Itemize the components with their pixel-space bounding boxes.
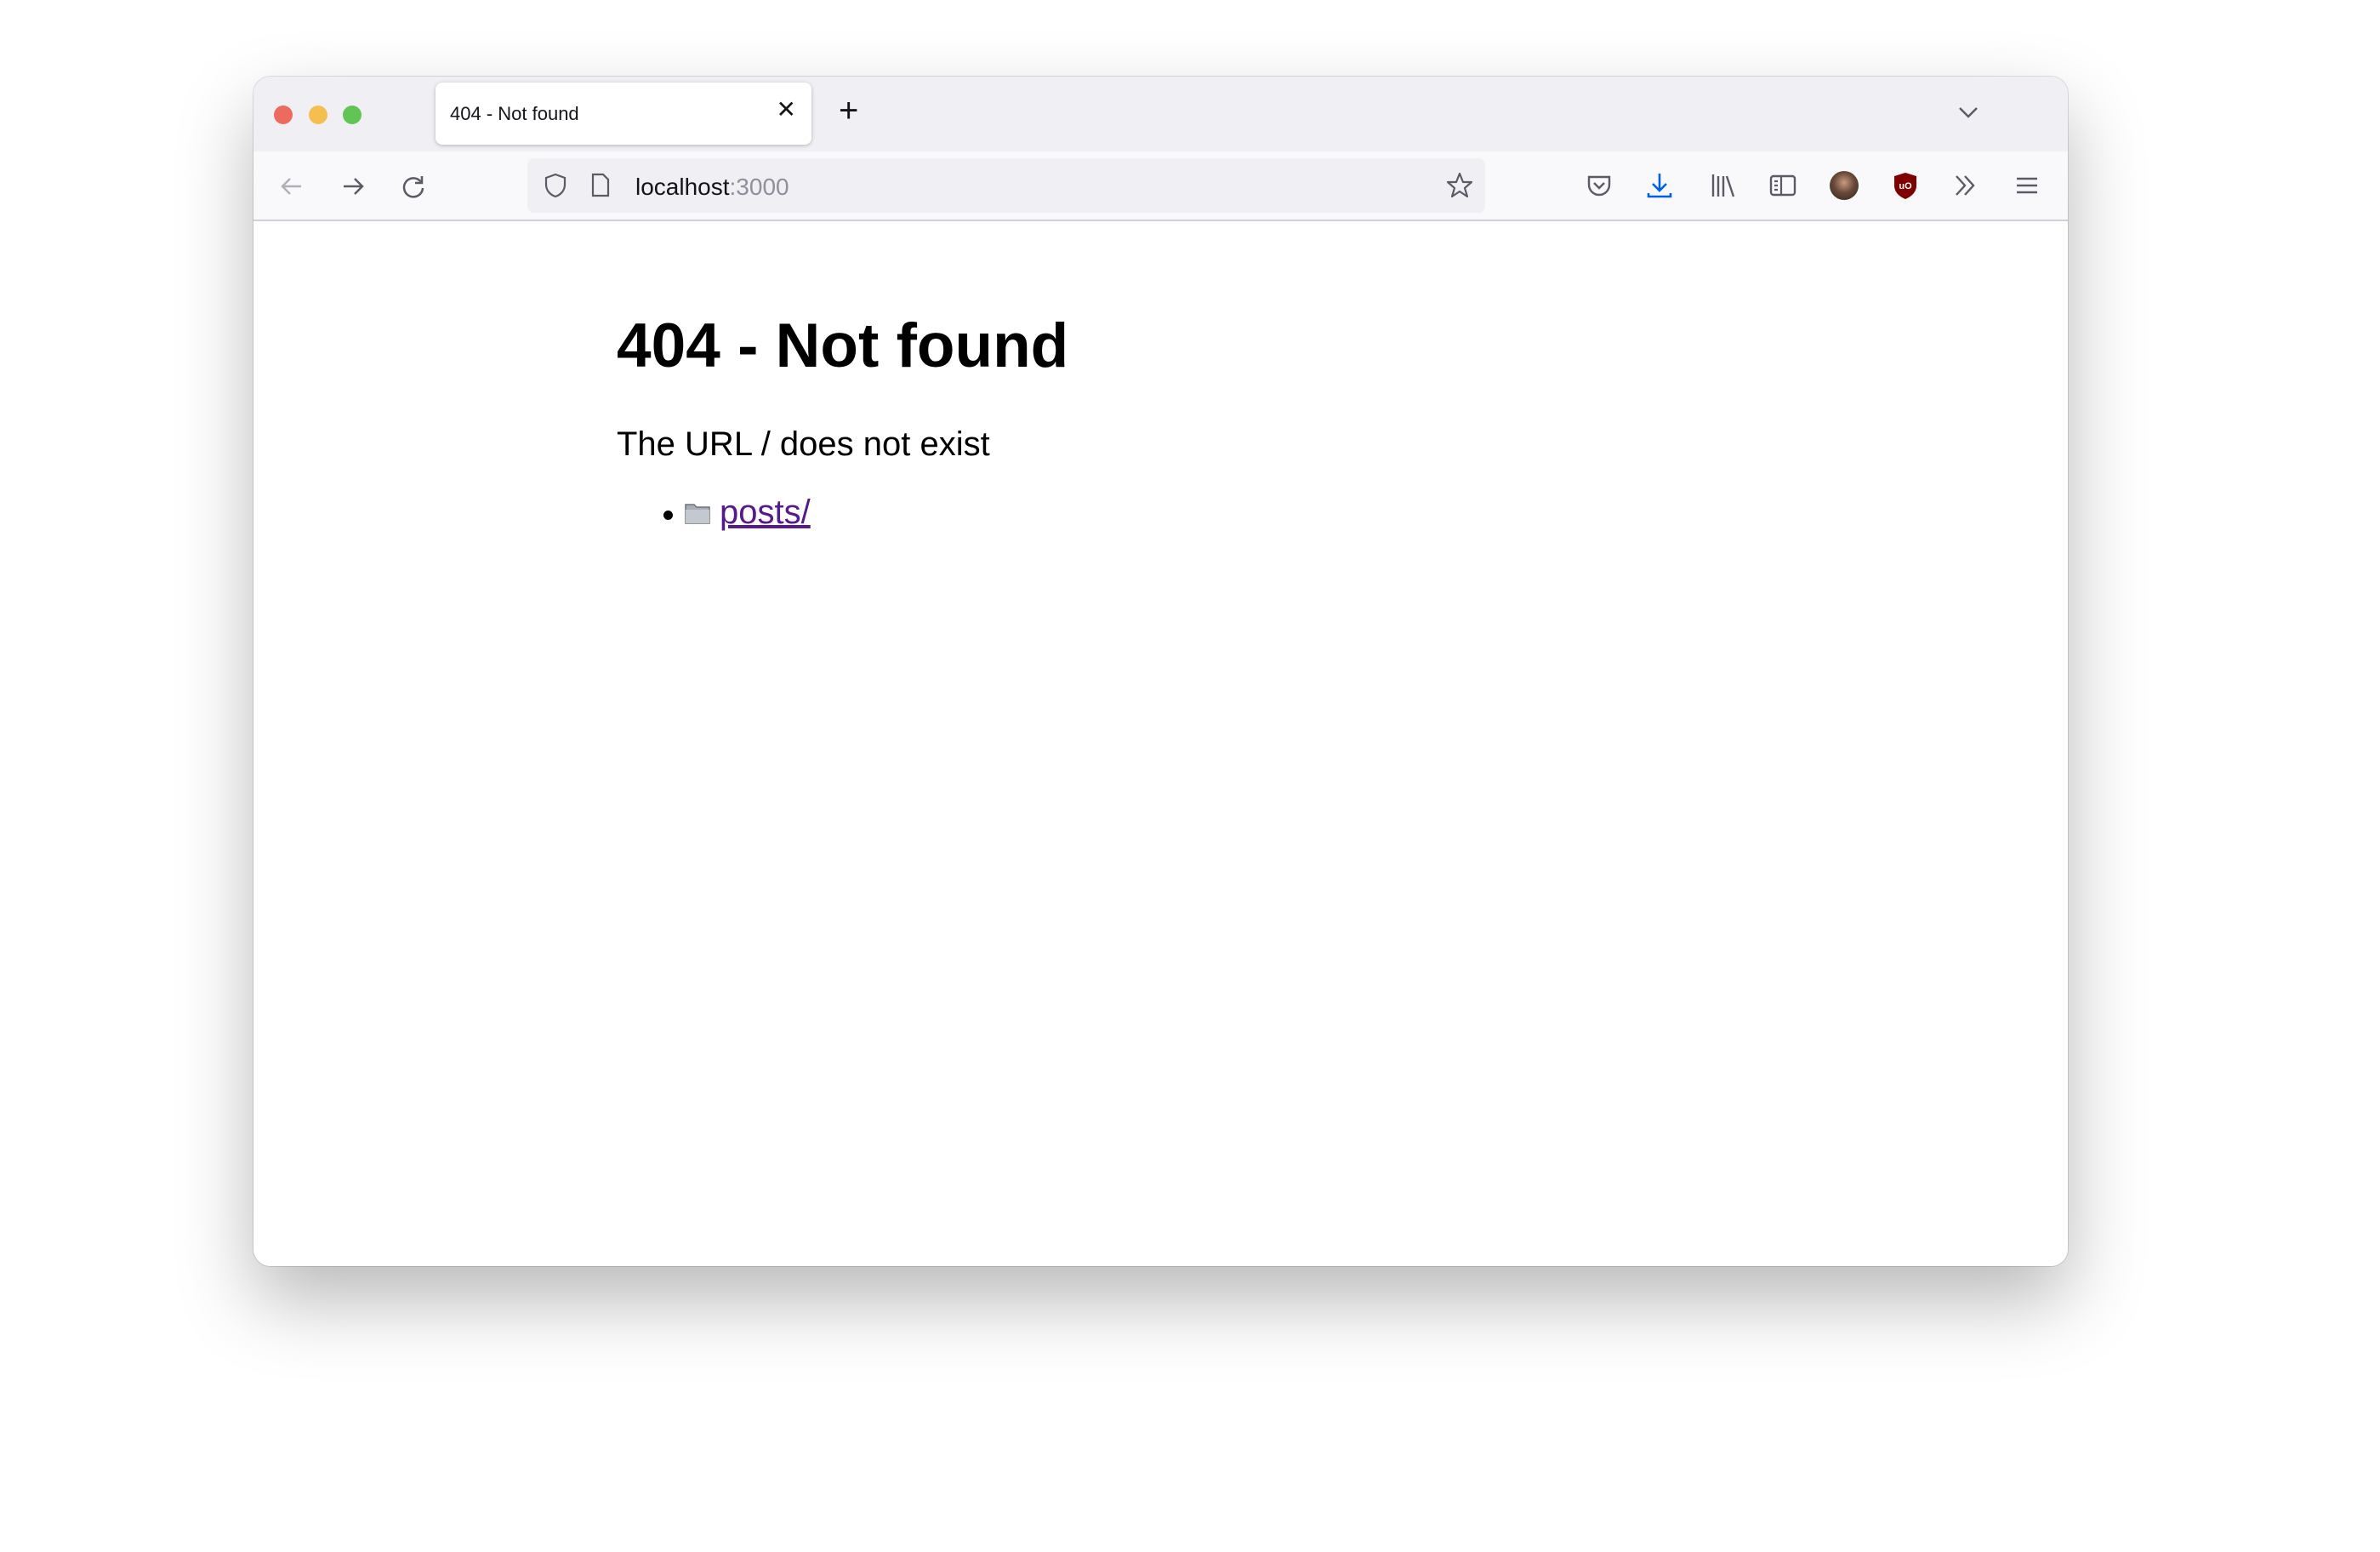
tab-active[interactable]: 404 - Not found ✕ — [436, 83, 811, 145]
arrow-left-icon[interactable] — [277, 172, 306, 201]
url-bar[interactable]: localhost:3000 — [527, 158, 1485, 213]
account-avatar[interactable] — [1830, 171, 1859, 200]
link-label: posts/ — [720, 494, 811, 531]
url-text[interactable]: localhost:3000 — [635, 174, 789, 201]
folder-icon — [685, 503, 710, 524]
shield-icon[interactable] — [542, 172, 569, 199]
sidebar-icon[interactable] — [1768, 171, 1797, 200]
download-icon[interactable] — [1645, 171, 1674, 200]
page-icon[interactable] — [589, 172, 612, 199]
ublock-origin-icon[interactable]: uO — [1891, 171, 1920, 200]
zoom-window-button[interactable] — [343, 106, 362, 124]
reload-icon[interactable] — [399, 172, 428, 201]
plus-icon[interactable]: + — [839, 94, 858, 128]
svg-text:uO: uO — [1899, 181, 1912, 191]
browser-window: 404 - Not found ✕ + localhost:3000 uO 40… — [253, 77, 2068, 1266]
overflow-chevrons-icon[interactable] — [1951, 171, 1980, 200]
bookmark-star-icon[interactable] — [1444, 170, 1475, 201]
error-message: The URL / does not exist — [617, 425, 990, 463]
close-icon[interactable]: ✕ — [777, 98, 796, 122]
url-port: :3000 — [729, 174, 789, 200]
url-host: localhost — [635, 174, 730, 200]
posts-link[interactable]: posts/ — [684, 494, 811, 532]
minimize-window-button[interactable] — [309, 106, 327, 124]
pocket-icon[interactable] — [1585, 171, 1614, 200]
library-icon[interactable] — [1708, 171, 1737, 200]
hamburger-menu-icon[interactable] — [2013, 171, 2041, 200]
tab-bar: 404 - Not found ✕ + — [253, 77, 2068, 151]
page-title: 404 - Not found — [617, 311, 1069, 380]
close-window-button[interactable] — [274, 106, 293, 124]
chevron-down-icon[interactable] — [1956, 100, 1980, 124]
page-content: 404 - Not found The URL / does not exist… — [253, 221, 2068, 1266]
nav-toolbar: localhost:3000 uO — [253, 151, 2068, 221]
arrow-right-icon[interactable] — [339, 172, 367, 201]
bullet — [663, 511, 673, 520]
tab-title: 404 - Not found — [450, 103, 579, 124]
